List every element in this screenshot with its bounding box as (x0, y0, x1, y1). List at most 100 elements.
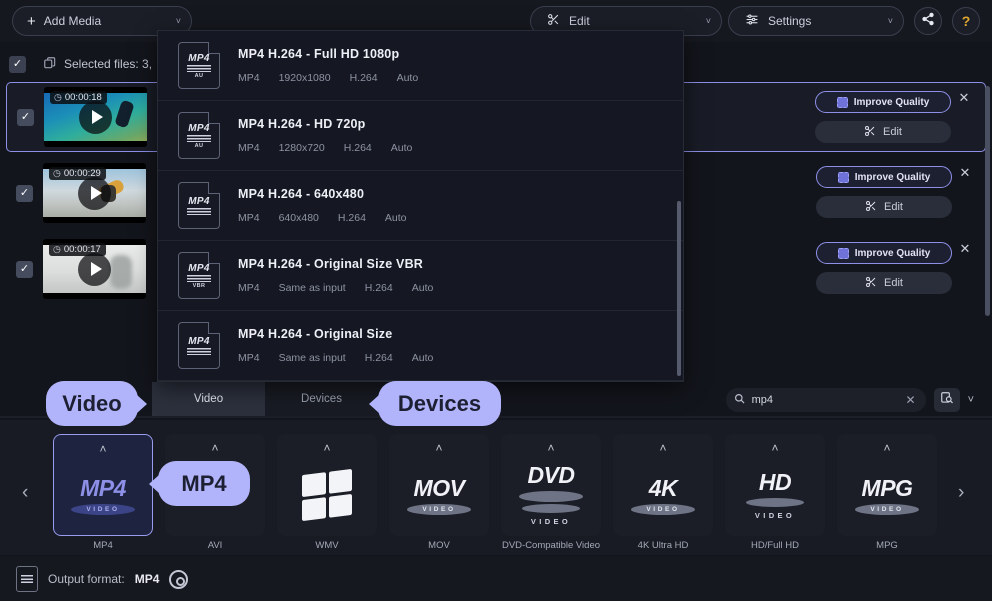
mp4-logo: MP4 VIDEO (71, 454, 135, 535)
share-button[interactable] (914, 7, 942, 35)
remove-file-button[interactable]: ✕ (958, 242, 972, 256)
settings-menu-button[interactable]: Settings ˅ (728, 6, 904, 36)
preset-icon-bars (187, 347, 211, 355)
output-format-value: MP4 (134, 572, 160, 586)
row-checkbox[interactable]: ✓ (16, 184, 33, 202)
preset-dropdown[interactable]: MP4 AU MP4 H.264 - Full HD 1080p MP4 192… (157, 30, 684, 382)
preset-fps: Auto (396, 72, 419, 84)
help-button[interactable]: ? (952, 7, 980, 35)
format-logo-sub: VIDEO (71, 503, 135, 515)
format-card-dvd[interactable]: ˄ DVD VIDEO (501, 434, 601, 536)
duration-text: 00:00:18 (64, 92, 102, 103)
format-logo-text: DVD (527, 462, 575, 488)
duration-badge: ◷ 00:00:29 (49, 167, 106, 180)
gear-icon[interactable] (169, 569, 189, 589)
edit-button[interactable]: Edit (816, 196, 952, 218)
preset-item[interactable]: MP4 AU MP4 H.264 - Full HD 1080p MP4 192… (158, 31, 683, 101)
callout-devices: Devices (369, 381, 501, 426)
scrollbar-thumb[interactable] (985, 86, 990, 316)
format-card-mp4[interactable]: ˄ MP4 VIDEO (53, 434, 153, 536)
expand-formats-chevron-icon[interactable]: ˅ (968, 394, 974, 406)
chevron-up-icon[interactable]: ˄ (323, 442, 330, 454)
preset-icon-bars (187, 64, 211, 72)
clear-search-icon[interactable]: ✕ (906, 393, 916, 407)
dropdown-scrollbar-thumb[interactable] (677, 201, 681, 376)
format-card-mov[interactable]: ˄ MOV VIDEO (389, 434, 489, 536)
duration-badge: ◷ 00:00:17 (49, 243, 106, 256)
chevron-down-icon[interactable]: ˅ (706, 16, 711, 26)
preset-resolution: 1920x1080 (278, 72, 331, 84)
improve-quality-button[interactable]: Improve Quality (816, 242, 952, 264)
preset-icon-bars (187, 134, 211, 142)
video-thumbnail[interactable]: ◷ 00:00:18 (44, 87, 147, 147)
format-card-label: DVD-Compatible Video (501, 540, 601, 551)
preset-item[interactable]: MP4 MP4 H.264 - Original Size MP4 Same a… (158, 311, 683, 381)
format-logo-sub: VIDEO (855, 503, 919, 515)
format-logo-text: HD (758, 468, 792, 495)
preset-item[interactable]: MP4 MP4 H.264 - 640x480 MP4 640x480 H.26… (158, 171, 683, 241)
chevron-up-icon[interactable]: ˄ (771, 442, 778, 454)
play-button[interactable] (79, 100, 112, 134)
format-card-wmv[interactable]: ˄ (277, 434, 377, 536)
search-in-file-icon (940, 391, 954, 410)
preset-icon-sub: VBR (192, 282, 206, 289)
chevron-up-icon[interactable]: ˄ (883, 442, 890, 454)
play-button[interactable] (78, 176, 111, 210)
preset-codec: H.264 (343, 142, 372, 154)
video-thumbnail[interactable]: ◷ 00:00:29 (43, 163, 146, 223)
preset-meta: MP4 1920x1080 H.264 Auto (238, 72, 418, 84)
format-card-hd[interactable]: ˄ HD VIDEO (725, 434, 825, 536)
scissors-icon (865, 276, 877, 291)
format-card-mpg[interactable]: ˄ MPG VIDEO (837, 434, 937, 536)
format-logo-sub: VIDEO (631, 503, 695, 515)
format-logo-disc (522, 504, 580, 513)
chevron-up-icon[interactable]: ˄ (547, 442, 554, 454)
remove-file-button[interactable]: ✕ (958, 166, 972, 180)
chevron-up-icon[interactable]: ˄ (659, 442, 666, 454)
row-checkbox[interactable]: ✓ (17, 108, 34, 126)
search-input[interactable]: mp4 ✕ (725, 388, 926, 412)
format-logo-text: MPG (861, 474, 913, 501)
improve-quality-button[interactable]: Improve Quality (815, 91, 951, 113)
callout-video: Video (46, 381, 147, 426)
preset-meta: MP4 1280x720 H.264 Auto (238, 142, 412, 154)
edit-button[interactable]: Edit (815, 121, 951, 143)
preset-container: MP4 (238, 352, 260, 364)
format-card-label: MP4 (93, 540, 113, 551)
tab-video[interactable]: Video (152, 382, 265, 416)
4k-logo: 4K VIDEO (631, 453, 695, 536)
windows-icon (302, 468, 352, 521)
format-logo-sub: VIDEO (754, 510, 796, 520)
remove-file-button[interactable]: ✕ (957, 91, 971, 105)
improve-quality-label: Improve Quality (854, 171, 931, 183)
select-all-checkbox[interactable]: ✓ (9, 55, 26, 73)
play-button[interactable] (78, 252, 111, 286)
preset-codec: H.264 (349, 72, 378, 84)
edit-button[interactable]: Edit (816, 272, 952, 294)
scissors-icon (864, 125, 876, 140)
hd-logo: HD VIDEO (743, 453, 807, 536)
format-card-4k[interactable]: ˄ 4K VIDEO (613, 434, 713, 536)
improve-quality-icon (837, 247, 849, 259)
mpg-logo: MPG VIDEO (855, 453, 919, 536)
carousel-next-button[interactable]: › (958, 482, 964, 504)
preset-info: MP4 H.264 - Full HD 1080p MP4 1920x1080 … (238, 47, 418, 84)
mp4-file-icon: MP4 AU (178, 42, 220, 89)
carousel-prev-button[interactable]: ‹ (22, 482, 28, 504)
file-list-scrollbar[interactable] (985, 86, 990, 376)
preset-item[interactable]: MP4 VBR MP4 H.264 - Original Size VBR MP… (158, 241, 683, 311)
chevron-down-icon[interactable]: ˅ (176, 16, 181, 26)
chevron-up-icon[interactable]: ˄ (211, 442, 218, 454)
preset-resolution: 640x480 (278, 212, 319, 224)
improve-quality-button[interactable]: Improve Quality (816, 166, 952, 188)
row-checkbox[interactable]: ✓ (16, 260, 33, 278)
chevron-down-icon[interactable]: ˅ (888, 16, 893, 26)
mp4-file-icon: MP4 AU (178, 112, 220, 159)
preset-icon-main: MP4 (188, 262, 210, 274)
tab-devices[interactable]: Devices (265, 382, 378, 416)
chevron-up-icon[interactable]: ˄ (99, 443, 106, 455)
video-thumbnail[interactable]: ◷ 00:00:17 (43, 239, 146, 299)
preset-item[interactable]: MP4 AU MP4 H.264 - HD 720p MP4 1280x720 … (158, 101, 683, 171)
chevron-up-icon[interactable]: ˄ (435, 442, 442, 454)
search-in-file-button[interactable] (933, 388, 960, 412)
